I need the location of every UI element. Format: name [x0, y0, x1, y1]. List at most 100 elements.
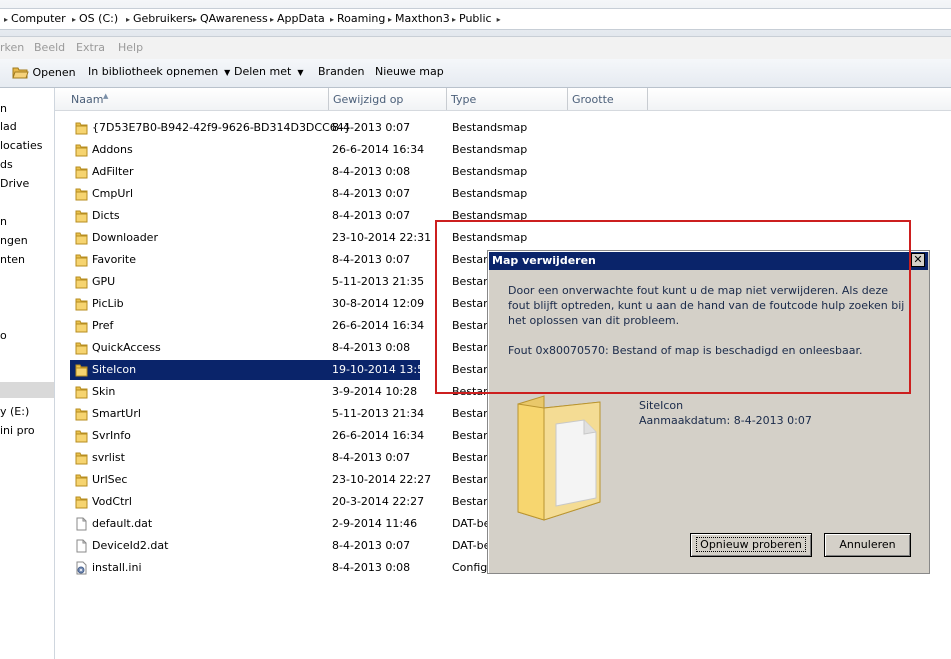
file-modified: 20-3-2014 22:27 — [332, 495, 425, 508]
nav-item[interactable]: locaties — [0, 139, 42, 152]
menu-item-extra[interactable]: Extra — [76, 41, 105, 54]
open-folder-icon — [12, 67, 29, 79]
file-name: Skin — [92, 385, 116, 398]
nav-item[interactable]: lad — [0, 120, 17, 133]
breadcrumb-item-qawareness[interactable]: ▸ QAwareness — [193, 12, 268, 25]
breadcrumb-item-appdata[interactable]: ▸ AppData — [270, 12, 325, 25]
file-modified: 8-4-2013 0:07 — [332, 253, 411, 266]
chevron-right-icon: ▸ — [388, 15, 393, 24]
breadcrumb-item-roaming[interactable]: ▸ Roaming — [330, 12, 385, 25]
menu-item-view[interactable]: Beeld — [34, 41, 65, 54]
breadcrumb-item-maxthon3[interactable]: ▸ Maxthon3 — [388, 12, 450, 25]
chevron-down-icon: ▼ — [224, 68, 231, 77]
column-header-size[interactable]: Grootte — [568, 88, 648, 110]
menu-item-help[interactable]: Help — [118, 41, 143, 54]
nav-item[interactable]: n — [0, 215, 7, 228]
file-modified: 8-4-2013 0:08 — [332, 165, 411, 178]
folder-icon — [75, 275, 88, 289]
retry-button[interactable]: Opnieuw proberen — [690, 533, 812, 557]
menu-bar: rken Beeld Extra Help — [0, 37, 951, 59]
file-name: SvrInfo — [92, 429, 131, 442]
folder-icon — [75, 495, 88, 509]
folder-icon — [75, 319, 88, 333]
file-modified: 5-11-2013 21:34 — [332, 407, 425, 420]
file-name: Favorite — [92, 253, 136, 266]
file-name: QuickAccess — [92, 341, 161, 354]
column-header-modified[interactable]: Gewijzigd op — [329, 88, 447, 110]
folder-icon — [75, 451, 88, 465]
folder-icon — [517, 395, 601, 521]
breadcrumb-item-computer[interactable]: ▸ Computer — [4, 12, 66, 25]
chevron-right-icon: ▸ — [330, 15, 335, 24]
chevron-right-icon: ▸ — [193, 15, 198, 24]
file-modified: 30-8-2014 12:09 — [332, 297, 425, 310]
nav-item[interactable]: ini pro — [0, 424, 35, 437]
address-bar: ▸ Computer ▸ OS (C:) ▸ Gebruikers ▸ QAwarene… — [0, 0, 951, 37]
folder-icon — [75, 473, 88, 487]
file-icon — [75, 539, 88, 553]
chevron-down-icon: ▼ — [297, 68, 304, 77]
table-row[interactable]: Addons 26-6-2014 16:34 Bestandsmap — [70, 140, 940, 160]
file-name: VodCtrl — [92, 495, 132, 508]
table-row[interactable]: AdFilter 8-4-2013 0:08 Bestandsmap — [70, 162, 940, 182]
table-row[interactable]: CmpUrl 8-4-2013 0:07 Bestandsmap — [70, 184, 940, 204]
nav-item[interactable]: ngen — [0, 234, 28, 247]
file-modified: 8-4-2013 0:07 — [332, 187, 411, 200]
file-modified: 8-4-2013 0:07 — [332, 539, 411, 552]
file-name: Dicts — [92, 209, 120, 222]
file-name: AdFilter — [92, 165, 134, 178]
item-name: SiteIcon — [639, 399, 684, 412]
breadcrumb[interactable]: ▸ Computer ▸ OS (C:) ▸ Gebruikers ▸ QAwarene… — [0, 8, 951, 30]
nav-item[interactable]: ds — [0, 158, 13, 171]
navigation-pane[interactable]: n lad locaties ds Drive n ngen nten o y … — [0, 88, 55, 659]
folder-icon — [75, 209, 88, 223]
file-name: PicLib — [92, 297, 124, 310]
file-name: Downloader — [92, 231, 158, 244]
folder-icon — [75, 231, 88, 245]
item-created-date: Aanmaakdatum: 8-4-2013 0:07 — [639, 414, 812, 427]
nav-item[interactable]: o — [0, 329, 7, 342]
column-header-name[interactable]: Naam ▲ — [55, 88, 329, 110]
file-modified: 8-4-2013 0:07 — [332, 209, 411, 222]
file-modified: 26-6-2014 16:34 — [332, 319, 425, 332]
file-name: SmartUrl — [92, 407, 141, 420]
nav-item[interactable]: nten — [0, 253, 25, 266]
breadcrumb-item-public[interactable]: ▸ Public ▸ — [452, 12, 504, 25]
cancel-button[interactable]: Annuleren — [824, 533, 911, 557]
file-modified: 3-9-2014 10:28 — [332, 385, 418, 398]
file-modified: 8-4-2013 0:08 — [332, 341, 411, 354]
file-name: DeviceId2.dat — [92, 539, 169, 552]
close-icon[interactable]: ✕ — [911, 253, 925, 267]
menu-item-edit[interactable]: rken — [0, 41, 24, 54]
share-with-button[interactable]: Delen met ▼ — [234, 65, 303, 78]
folder-icon — [75, 385, 88, 399]
chevron-right-icon: ▸ — [452, 15, 457, 24]
breadcrumb-item-gebruikers[interactable]: ▸ Gebruikers — [126, 12, 193, 25]
file-type: Bestandsmap — [452, 121, 528, 134]
nav-item[interactable]: n — [0, 102, 7, 115]
file-modified: 26-6-2014 16:34 — [332, 143, 425, 156]
settings-file-icon — [75, 561, 88, 575]
chevron-right-icon: ▸ — [72, 15, 77, 24]
nav-item[interactable]: Drive — [0, 177, 29, 190]
folder-icon — [75, 341, 88, 355]
folder-icon — [75, 363, 88, 377]
folder-icon — [75, 429, 88, 443]
nav-item[interactable]: y (E:) — [0, 405, 29, 418]
column-header-type[interactable]: Type — [447, 88, 568, 110]
table-row[interactable]: {7D53E7B0-B942-42f9-9626-BD314D3DCC64} 8-… — [70, 118, 940, 138]
include-in-library-button[interactable]: In bibliotheek opnemen ▼ — [88, 65, 230, 78]
folder-icon — [75, 143, 88, 157]
chevron-right-icon: ▸ — [4, 15, 9, 24]
folder-icon — [75, 121, 88, 135]
open-button[interactable]: Openen — [12, 65, 76, 79]
file-modified: 19-10-2014 13:51 — [332, 363, 432, 376]
folder-icon — [75, 297, 88, 311]
burn-button[interactable]: Branden — [318, 65, 365, 78]
new-folder-button[interactable]: Nieuwe map — [375, 65, 444, 78]
file-type: Bestandsmap — [452, 143, 528, 156]
folder-icon — [75, 187, 88, 201]
file-name: svrlist — [92, 451, 125, 464]
file-name: CmpUrl — [92, 187, 134, 200]
breadcrumb-item-os[interactable]: ▸ OS (C:) — [72, 12, 118, 25]
